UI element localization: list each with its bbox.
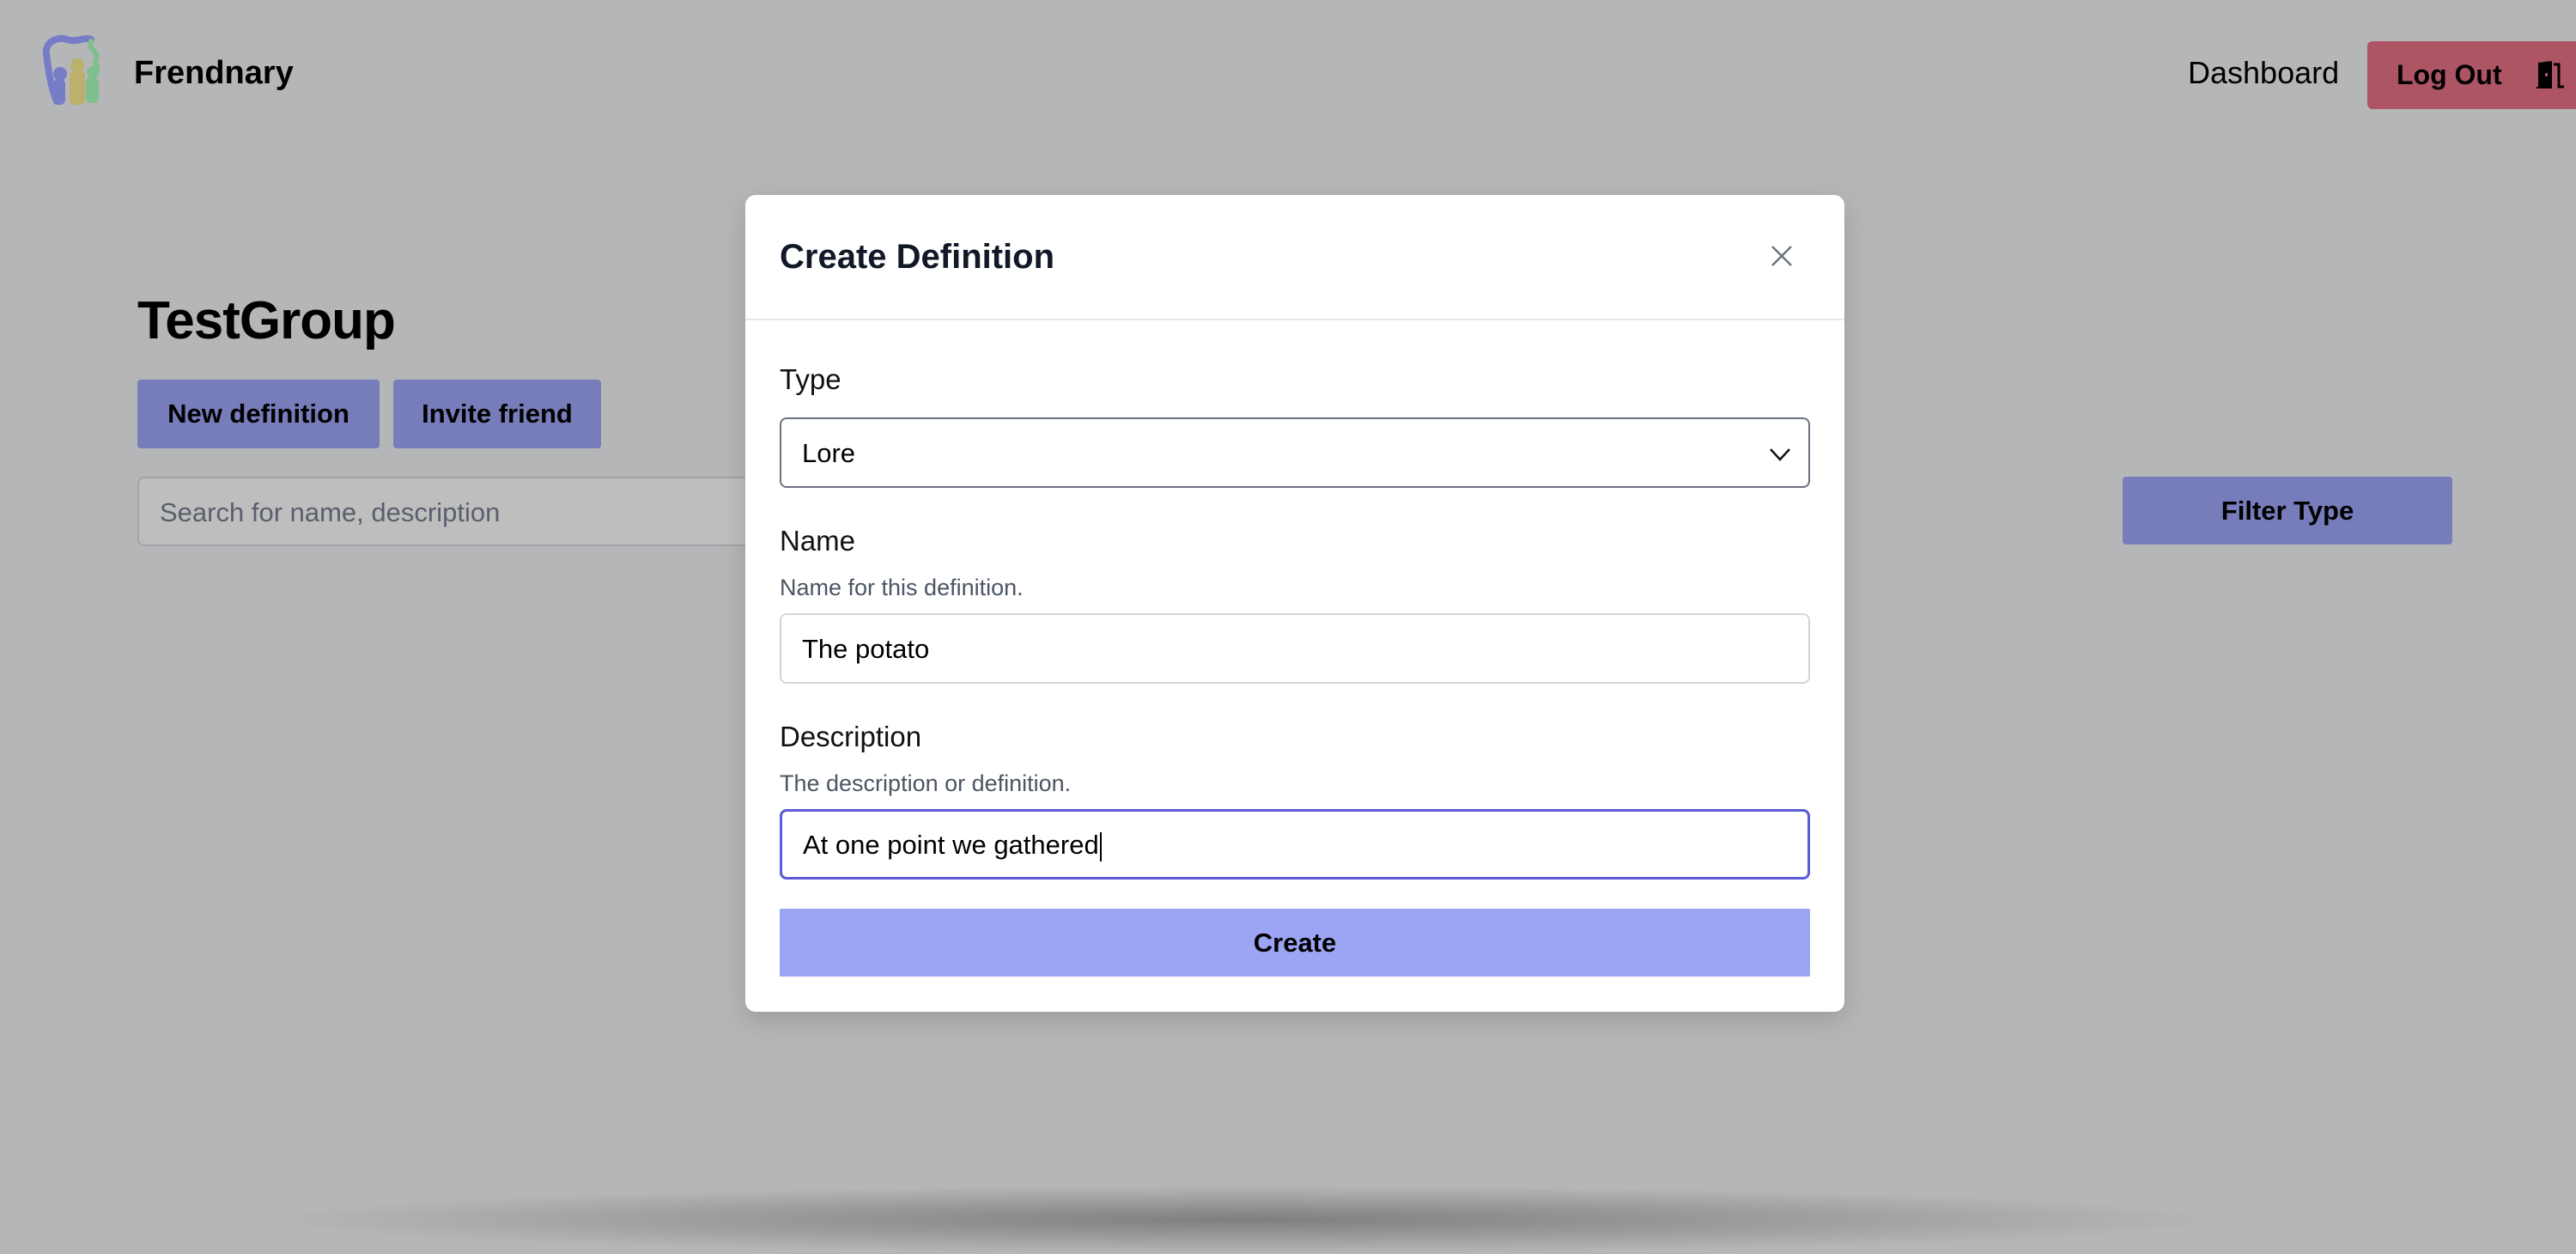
bottom-shadow <box>258 1185 2233 1254</box>
name-input[interactable]: The potato <box>780 613 1810 684</box>
brand-name: Frendnary <box>134 55 294 91</box>
modal-header: Create Definition <box>745 195 1844 320</box>
create-definition-modal: Create Definition Type Lore Name Name fo… <box>745 195 1844 1012</box>
description-value: At one point we gathered <box>803 830 1099 860</box>
logout-button[interactable]: Log Out <box>2367 41 2576 109</box>
chevron-down-icon <box>1770 448 1790 461</box>
modal-title: Create Definition <box>780 238 1055 276</box>
name-help: Name for this definition. <box>780 575 1024 600</box>
page-title: TestGroup <box>137 291 396 350</box>
nav-dashboard-link[interactable]: Dashboard <box>2188 55 2339 91</box>
new-definition-button[interactable]: New definition <box>137 380 380 448</box>
search-input[interactable]: Search for name, description <box>137 477 790 546</box>
text-caret <box>1099 831 1102 861</box>
filter-type-button[interactable]: Filter Type <box>2123 477 2452 545</box>
type-select[interactable]: Lore <box>780 417 1810 488</box>
brand-logo[interactable] <box>41 33 118 110</box>
type-label: Type <box>780 363 841 395</box>
name-label: Name <box>780 525 856 557</box>
description-input[interactable]: At one point we gathered <box>780 809 1810 880</box>
create-button[interactable]: Create <box>780 909 1810 977</box>
invite-friend-button[interactable]: Invite friend <box>393 380 601 448</box>
type-select-value: Lore <box>802 438 856 468</box>
logout-label: Log Out <box>2397 59 2502 90</box>
door-exit-icon <box>2536 60 2564 88</box>
description-help: The description or definition. <box>780 770 1072 796</box>
close-icon[interactable] <box>1769 243 1795 269</box>
description-label: Description <box>780 721 922 752</box>
